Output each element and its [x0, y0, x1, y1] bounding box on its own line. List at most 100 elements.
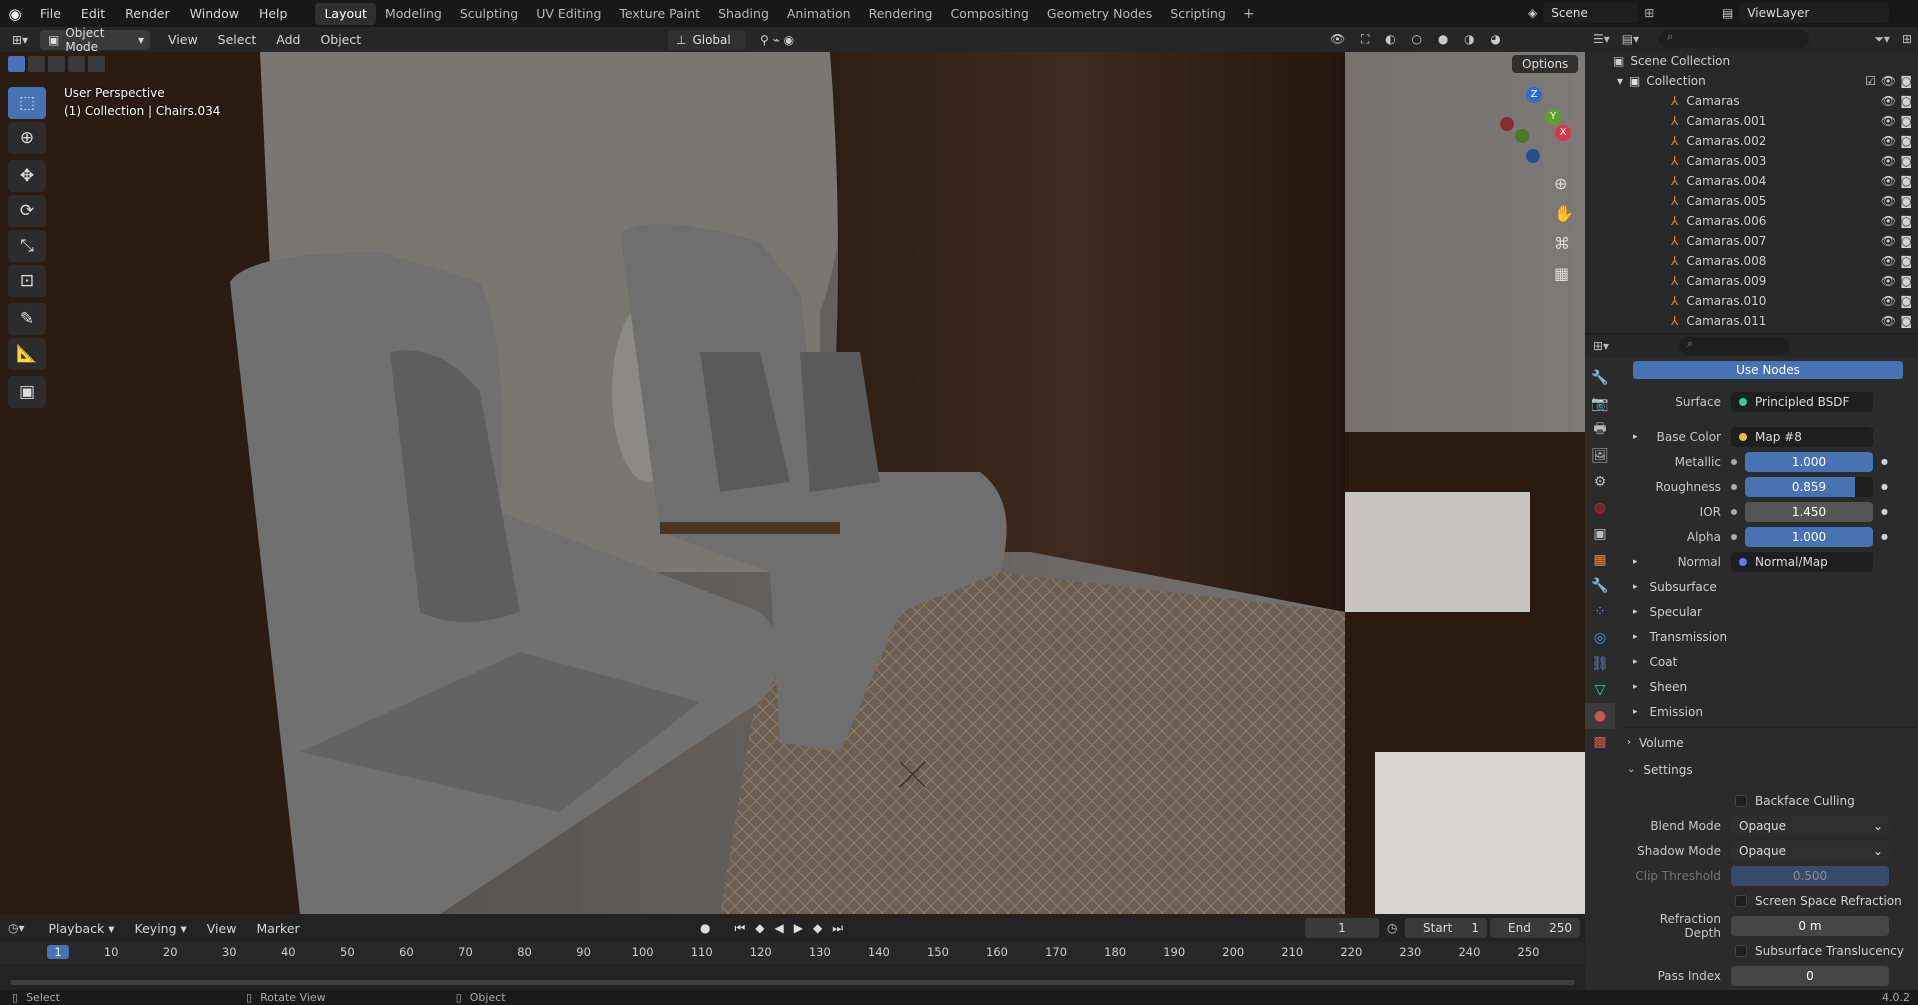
- subsurface-translucency-row[interactable]: Subsurface Translucency: [1623, 938, 1918, 963]
- navigation-gizmo[interactable]: Z Y X: [1495, 87, 1575, 167]
- menu-file[interactable]: File: [30, 0, 71, 27]
- outliner-item[interactable]: ⅄ Camaras.006 👁 ◙: [1585, 211, 1918, 231]
- gizmo-neg-x[interactable]: [1500, 117, 1514, 131]
- base-color-field[interactable]: Map #8: [1731, 426, 1873, 447]
- blender-logo-icon[interactable]: ◉: [0, 0, 30, 27]
- timeline-editor-icon[interactable]: ◷▾: [8, 921, 25, 935]
- select-new-icon[interactable]: [8, 56, 25, 72]
- clip-threshold-slider[interactable]: 0.500: [1731, 865, 1889, 886]
- shadow-mode-dropdown[interactable]: Opaque ⌄: [1731, 840, 1889, 861]
- bsdf-subsection[interactable]: ▸ Specular: [1623, 599, 1918, 624]
- expand-icon[interactable]: ▾: [1617, 74, 1623, 88]
- select-extend-icon[interactable]: [28, 56, 45, 72]
- volume-panel-header[interactable]: › Volume: [1623, 730, 1918, 755]
- visibility-icon[interactable]: 👁: [1881, 194, 1896, 208]
- outliner-item[interactable]: ⅄ Camaras 👁 ◙: [1585, 91, 1918, 111]
- gizmo-neg-y[interactable]: [1515, 129, 1529, 143]
- mode-dropdown[interactable]: ▣ Object Mode ▾: [40, 26, 150, 54]
- expand-icon[interactable]: ▸: [1633, 432, 1638, 442]
- render-icon[interactable]: ◙: [1900, 214, 1912, 228]
- stopwatch-icon[interactable]: ◷: [1387, 921, 1397, 935]
- data-tab-icon[interactable]: ▽: [1585, 677, 1615, 703]
- jump-end-icon[interactable]: ⏭: [832, 921, 843, 936]
- menu-playback[interactable]: Playback ▾: [39, 915, 125, 942]
- visibility-icon[interactable]: 👁: [1881, 274, 1896, 288]
- outliner-collection[interactable]: ▾ ▣ Collection ☑ 👁 ◙: [1585, 71, 1918, 91]
- constraints-tab-icon[interactable]: ⛓: [1585, 651, 1615, 677]
- scale-icon[interactable]: ⤡: [8, 230, 46, 262]
- physics-tab-icon[interactable]: ◎: [1585, 625, 1615, 651]
- material-tab-icon[interactable]: ●: [1585, 703, 1615, 729]
- bsdf-subsection[interactable]: ▸ Sheen: [1623, 674, 1918, 699]
- filter-icon[interactable]: ⏷▾: [1874, 32, 1890, 47]
- play-icon[interactable]: ▶: [794, 921, 803, 936]
- bsdf-subsection[interactable]: ▸ Transmission: [1623, 624, 1918, 649]
- visibility-icon[interactable]: 👁: [1881, 234, 1896, 248]
- gizmo-x[interactable]: X: [1555, 125, 1571, 141]
- outliner-item[interactable]: ⅄ Camaras.009 👁 ◙: [1585, 271, 1918, 291]
- render-icon[interactable]: ◙: [1900, 94, 1912, 108]
- visibility-icon[interactable]: 👁: [1881, 214, 1896, 228]
- zoom-icon[interactable]: ⊕: [1554, 174, 1567, 193]
- record-icon[interactable]: ●: [700, 921, 710, 936]
- render-icon[interactable]: ◙: [1900, 314, 1912, 328]
- surface-field[interactable]: Principled BSDF: [1731, 391, 1873, 412]
- tab-scripting[interactable]: Scripting: [1161, 3, 1235, 25]
- measure-icon[interactable]: 📐: [8, 338, 46, 370]
- tab-sculpting[interactable]: Sculpting: [451, 3, 527, 25]
- menu-render[interactable]: Render: [115, 0, 180, 27]
- display-mode-icon[interactable]: ▤▾: [1622, 32, 1639, 46]
- start-frame-field[interactable]: Start 1: [1405, 918, 1487, 938]
- next-keyframe-icon[interactable]: ◆: [813, 921, 822, 936]
- visibility-icon[interactable]: 👁: [1881, 154, 1896, 168]
- tab-uv-editing[interactable]: UV Editing: [527, 3, 610, 25]
- render-icon[interactable]: ◙: [1900, 154, 1912, 168]
- tab-animation[interactable]: Animation: [778, 3, 860, 25]
- snap-icon[interactable]: ⚲ ⌁ ◉: [760, 33, 794, 47]
- expand-icon[interactable]: ▸: [1633, 557, 1638, 567]
- render-icon[interactable]: ◙: [1900, 254, 1912, 268]
- menu-keying[interactable]: Keying ▾: [125, 915, 197, 942]
- scene-field[interactable]: Scene: [1543, 3, 1639, 23]
- visibility-icon[interactable]: 👁: [1881, 174, 1896, 188]
- visibility-icon[interactable]: 👁: [1881, 294, 1896, 308]
- bsdf-subsection[interactable]: ▸ Subsurface: [1623, 574, 1918, 599]
- 3d-viewport[interactable]: User Perspective (1) Collection | Chairs…: [0, 52, 1585, 914]
- timeline-scrollbar[interactable]: [10, 980, 1575, 985]
- backface-culling-checkbox[interactable]: [1735, 794, 1747, 807]
- keyframe-dot-icon[interactable]: ●: [1881, 482, 1888, 491]
- outliner-item[interactable]: ⅄ Camaras.010 👁 ◙: [1585, 291, 1918, 311]
- menu-object[interactable]: Object: [310, 26, 371, 53]
- outliner-item[interactable]: ⅄ Camaras.004 👁 ◙: [1585, 171, 1918, 191]
- visibility-icon[interactable]: 👁: [1881, 314, 1896, 328]
- texture-tab-icon[interactable]: ▩: [1585, 729, 1615, 755]
- transform-orientation-dropdown[interactable]: ⊥ Global: [668, 29, 746, 50]
- outliner-item[interactable]: ⅄ Camaras.007 👁 ◙: [1585, 231, 1918, 251]
- new-collection-icon[interactable]: ⊞: [1902, 32, 1918, 46]
- view-layer-field[interactable]: ViewLayer: [1739, 3, 1890, 23]
- render-icon[interactable]: ◙: [1900, 194, 1912, 208]
- select-intersect-icon[interactable]: [88, 56, 105, 72]
- collection-checkbox[interactable]: ☑: [1865, 74, 1876, 88]
- render-icon[interactable]: ◙: [1900, 294, 1912, 308]
- tab-modeling[interactable]: Modeling: [376, 3, 451, 25]
- subsurface-translucency-checkbox[interactable]: [1735, 944, 1747, 957]
- tab-geometry-nodes[interactable]: Geometry Nodes: [1038, 3, 1161, 25]
- gizmo-y[interactable]: Y: [1545, 109, 1561, 125]
- normal-field[interactable]: Normal/Map: [1731, 551, 1873, 572]
- menu-add[interactable]: Add: [266, 26, 310, 53]
- visibility-icon[interactable]: 👁: [1881, 134, 1896, 148]
- play-reverse-icon[interactable]: ◀: [775, 921, 784, 936]
- menu-view[interactable]: View: [158, 26, 208, 53]
- tab-compositing[interactable]: Compositing: [941, 3, 1037, 25]
- viewport-shading-icons[interactable]: 👁 ⛶ ◐ ○ ● ◑ ◕: [1330, 32, 1507, 47]
- output-tab-icon[interactable]: 🖶: [1585, 417, 1615, 443]
- keyframe-dot-icon[interactable]: ●: [1881, 507, 1888, 516]
- prev-keyframe-icon[interactable]: ◆: [755, 921, 764, 936]
- bsdf-subsection[interactable]: ▸ Coat: [1623, 649, 1918, 674]
- editor-type-icon[interactable]: ⊞▾: [0, 33, 40, 47]
- add-workspace-icon[interactable]: +: [1235, 6, 1263, 22]
- render-icon[interactable]: ◙: [1900, 274, 1912, 288]
- use-nodes-button[interactable]: Use Nodes: [1633, 361, 1903, 379]
- select-mode-icons[interactable]: [8, 56, 105, 72]
